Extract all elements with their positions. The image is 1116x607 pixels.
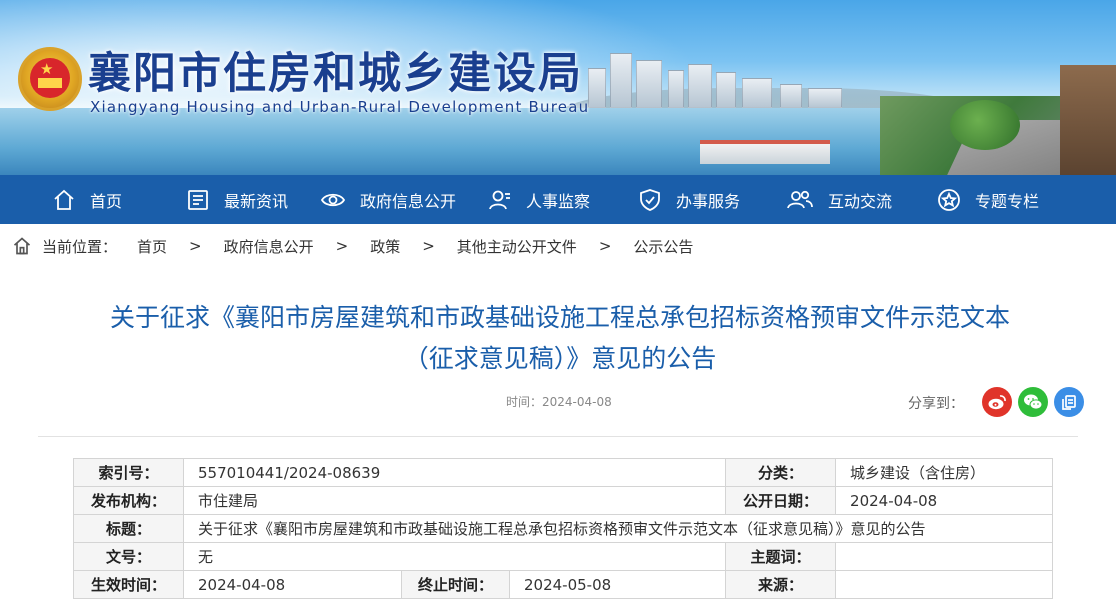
nav-item-personnel[interactable]: 人事监察 <box>488 175 590 224</box>
shield-icon <box>640 188 660 211</box>
breadcrumb: 当前位置： 首页 > 政府信息公开 > 政策 > 其他主动公开文件 > 公示公告 <box>12 234 693 258</box>
end-date-label: 终止时间： <box>401 570 510 599</box>
article-title: 关于征求《襄阳市房屋建筑和市政基础设施工程总承包招标资格预审文件示范文本 （征求… <box>60 297 1060 379</box>
banner-building <box>808 88 842 108</box>
person-icon <box>489 190 510 209</box>
banner-pier <box>700 140 830 164</box>
nav-label: 最新资讯 <box>224 191 289 211</box>
breadcrumb-separator: > <box>189 237 202 255</box>
effective-date-value: 2024-04-08 <box>183 570 402 599</box>
breadcrumb-separator: > <box>335 237 349 255</box>
header-banner: ★ 襄阳市住房和城乡建设局 Xiangyang Housing and Urba… <box>0 0 1116 175</box>
document-info-table: 索引号： 557010441/2024-08639 分类： 城乡建设（含住房） … <box>73 458 1054 599</box>
table-row: 生效时间： 2024-04-08 终止时间： 2024-05-08 来源： <box>73 570 1054 599</box>
wechat-icon <box>1024 394 1043 410</box>
weibo-icon <box>988 395 1006 410</box>
publish-date-value: 2024-04-08 <box>835 486 1054 515</box>
banner-building <box>742 78 772 108</box>
banner-cliff <box>1060 65 1116 175</box>
banner-building <box>716 72 736 108</box>
main-nav: 首页 最新资讯 政府信息公开 人事监察 办事服务 互动交流 专题专栏 <box>0 175 1116 224</box>
share-weibo-button[interactable] <box>982 387 1012 417</box>
table-row: 文号： 无 主题词： <box>73 542 1054 571</box>
nav-label: 办事服务 <box>676 191 741 211</box>
site-subtitle: Xiangyang Housing and Urban-Rural Develo… <box>90 98 590 116</box>
category-label: 分类： <box>725 458 837 487</box>
table-row: 索引号： 557010441/2024-08639 分类： 城乡建设（含住房） <box>73 458 1054 487</box>
publisher-value: 市住建局 <box>182 486 727 515</box>
people-icon <box>787 190 813 208</box>
nav-label: 政府信息公开 <box>360 191 457 211</box>
banner-building <box>588 68 606 108</box>
source-label: 来源： <box>725 570 837 599</box>
nav-item-topics[interactable]: 专题专栏 <box>937 175 1039 224</box>
subject-value <box>835 542 1054 571</box>
subject-label: 主题词： <box>725 542 837 571</box>
end-date-value: 2024-05-08 <box>508 570 727 599</box>
effective-date-label: 生效时间： <box>73 570 184 599</box>
banner-building <box>668 70 684 108</box>
doc-number-value: 无 <box>182 542 727 571</box>
share-label: 分享到： <box>908 396 964 412</box>
breadcrumb-link-policy[interactable]: 政策 <box>370 236 400 257</box>
breadcrumb-link-notices[interactable]: 公示公告 <box>633 236 693 257</box>
breadcrumb-link-home[interactable]: 首页 <box>137 236 167 257</box>
national-emblem-icon: ★ <box>18 47 82 111</box>
breadcrumb-separator: > <box>422 237 435 255</box>
nav-item-home[interactable]: 首页 <box>52 175 122 224</box>
breadcrumb-prefix: 当前位置： <box>42 237 118 256</box>
publish-time: 时间：2024-04-08 <box>506 395 612 409</box>
publish-date-label: 公开日期： <box>725 486 837 515</box>
nav-label: 互动交流 <box>828 191 893 211</box>
title-value: 关于征求《襄阳市房屋建筑和市政基础设施工程总承包招标资格预审文件示范文本（征求意… <box>182 514 1054 543</box>
index-value: 557010441/2024-08639 <box>182 458 727 487</box>
publisher-label: 发布机构： <box>73 486 184 515</box>
nav-label: 首页 <box>90 191 123 211</box>
banner-building <box>636 60 662 108</box>
nav-item-services[interactable]: 办事服务 <box>638 175 740 224</box>
nav-item-interaction[interactable]: 互动交流 <box>786 175 892 224</box>
table-row: 标题： 关于征求《襄阳市房屋建筑和市政基础设施工程总承包招标资格预审文件示范文本… <box>73 514 1054 543</box>
breadcrumb-link-gov-info[interactable]: 政府信息公开 <box>224 236 314 257</box>
title-label: 标题： <box>73 514 184 543</box>
site-title[interactable]: 襄阳市住房和城乡建设局 <box>88 50 583 98</box>
home-icon <box>54 189 74 210</box>
source-value <box>835 570 1054 599</box>
index-label: 索引号： <box>73 458 184 487</box>
breadcrumb-separator: > <box>598 237 612 255</box>
banner-building <box>780 84 802 108</box>
doc-number-label: 文号： <box>73 542 184 571</box>
category-value: 城乡建设（含住房） <box>835 458 1054 487</box>
news-icon <box>188 189 208 210</box>
banner-building <box>688 64 712 108</box>
nav-label: 人事监察 <box>526 191 591 211</box>
banner-building <box>610 53 632 108</box>
banner-trees <box>950 100 1020 150</box>
nav-item-news[interactable]: 最新资讯 <box>186 175 288 224</box>
content-divider <box>38 436 1078 437</box>
home-icon <box>13 237 31 255</box>
article-title-line: （征求意见稿）》意见的公告 <box>403 344 717 373</box>
star-icon <box>938 188 960 211</box>
copy-icon <box>1062 395 1076 410</box>
eye-icon <box>320 193 346 206</box>
table-row: 发布机构： 市住建局 公开日期： 2024-04-08 <box>73 486 1054 515</box>
breadcrumb-link-other-files[interactable]: 其他主动公开文件 <box>457 236 577 257</box>
article-title-line: 关于征求《襄阳市房屋建筑和市政基础设施工程总承包招标资格预审文件示范文本 <box>109 303 1010 332</box>
nav-label: 专题专栏 <box>975 191 1040 211</box>
share-wechat-button[interactable] <box>1018 387 1048 417</box>
share-copy-button[interactable] <box>1054 387 1084 417</box>
nav-item-gov-info[interactable]: 政府信息公开 <box>320 175 456 224</box>
